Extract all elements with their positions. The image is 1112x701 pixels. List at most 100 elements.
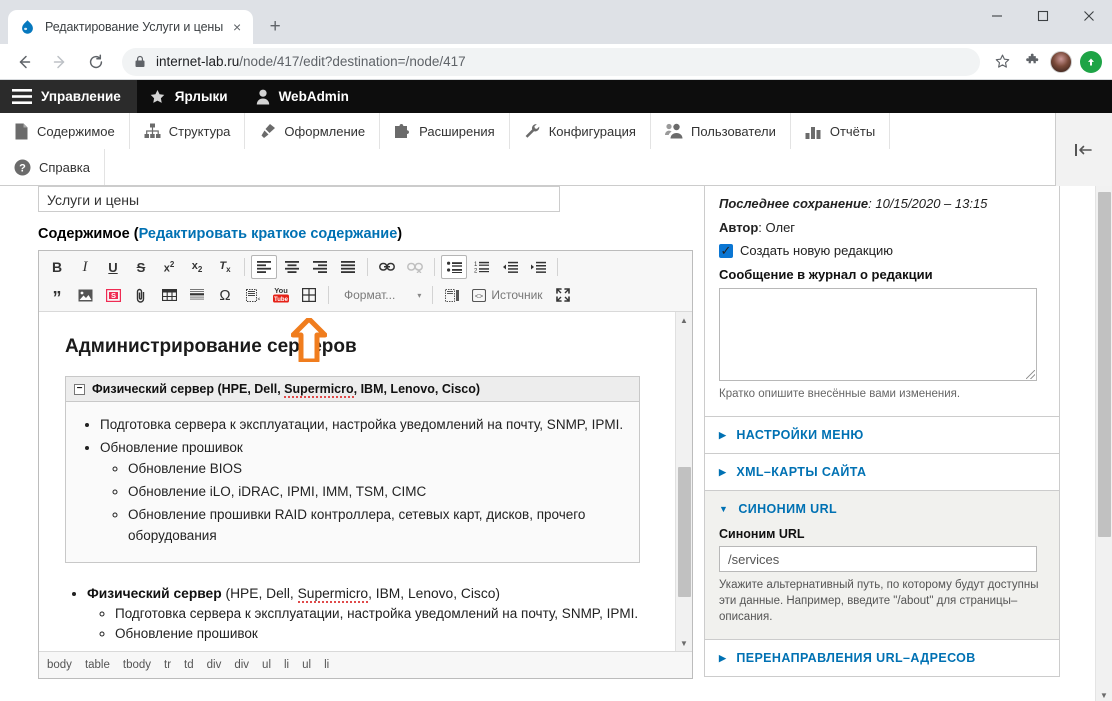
align-right-button[interactable] xyxy=(307,255,333,279)
window-close-button[interactable] xyxy=(1066,0,1112,32)
toolbar-item-user[interactable]: WebAdmin xyxy=(244,80,365,113)
element-path-item[interactable]: tr xyxy=(164,659,171,671)
paintbrush-icon xyxy=(259,123,276,139)
align-left-button[interactable] xyxy=(251,255,277,279)
sidebar-section-xml-sitemaps[interactable]: ▶ XML–КАРТЫ САЙТА xyxy=(705,453,1059,490)
unlink-button[interactable] xyxy=(402,255,428,279)
templates-button[interactable]: <> xyxy=(240,283,266,307)
blockquote-button[interactable]: ” xyxy=(44,283,70,307)
last-saved-row: Последнее сохранение: 10/15/2020 – 13:15 xyxy=(719,196,988,211)
numbered-list-button[interactable]: 12 xyxy=(469,255,495,279)
content-table[interactable]: − Физический сервер (HPE, Dell, Supermic… xyxy=(65,376,640,563)
element-path-item[interactable]: li xyxy=(284,659,289,671)
admin-menu-item-structure[interactable]: Структура xyxy=(130,113,246,149)
admin-menu-item-content[interactable]: Содержимое xyxy=(0,113,130,149)
indent-button[interactable] xyxy=(525,255,551,279)
toolbar-separator xyxy=(557,258,558,276)
element-path-item[interactable]: li xyxy=(324,659,329,671)
window-maximize-button[interactable] xyxy=(1020,0,1066,32)
maximize-button[interactable] xyxy=(550,283,576,307)
sidebar-panel: Последнее сохранение: 10/15/2020 – 13:15… xyxy=(704,186,1060,677)
toolbar-item-shortcuts[interactable]: Ярлыки xyxy=(137,80,244,113)
collapse-left-icon[interactable] xyxy=(1055,113,1112,186)
editor-document[interactable]: Администрирование серверов − Физический … xyxy=(39,312,667,644)
tab-close-icon[interactable]: × xyxy=(227,17,247,37)
reload-button[interactable] xyxy=(81,47,111,77)
italic-button[interactable]: I xyxy=(72,255,98,279)
admin-menu-label: Пользователи xyxy=(690,123,776,139)
insert-grid-button[interactable] xyxy=(296,283,322,307)
element-path-item[interactable]: ul xyxy=(302,659,311,671)
strikethrough-button[interactable]: S xyxy=(128,255,154,279)
admin-menu-item-people[interactable]: Пользователи xyxy=(651,113,791,149)
align-justify-button[interactable] xyxy=(335,255,361,279)
admin-menu-item-extend[interactable]: Расширения xyxy=(380,113,510,149)
element-path-item[interactable]: table xyxy=(85,659,110,671)
bold-button[interactable]: B xyxy=(44,255,70,279)
extensions-puzzle-icon[interactable] xyxy=(1018,48,1046,76)
content-table-header[interactable]: − Физический сервер (HPE, Dell, Supermic… xyxy=(66,377,639,402)
user-icon xyxy=(256,89,270,105)
image-button[interactable] xyxy=(72,283,98,307)
superscript-button[interactable]: x2 xyxy=(156,255,182,279)
show-blocks-button[interactable] xyxy=(439,283,465,307)
url-alias-help: Укажите альтернативный путь, по которому… xyxy=(719,579,1039,623)
collapse-minus-icon[interactable]: − xyxy=(74,383,85,395)
revision-log-textarea[interactable] xyxy=(719,288,1037,381)
admin-menu-item-appearance[interactable]: Оформление xyxy=(245,113,381,149)
window-minimize-button[interactable] xyxy=(974,0,1020,32)
title-field[interactable]: Услуги и цены xyxy=(38,186,560,212)
url-alias-input[interactable] xyxy=(719,546,1037,572)
special-character-button[interactable]: Ω xyxy=(212,283,238,307)
admin-menu-item-configuration[interactable]: Конфигурация xyxy=(510,113,651,149)
element-path-item[interactable]: td xyxy=(184,659,194,671)
forward-button[interactable] xyxy=(45,47,75,77)
underline-button[interactable]: U xyxy=(100,255,126,279)
back-button[interactable] xyxy=(9,47,39,77)
snippet-button[interactable]: S xyxy=(100,283,126,307)
content-table-header-text: Физический сервер (HPE, Dell, Supermicro… xyxy=(92,382,481,398)
youtube-button[interactable]: You Tube xyxy=(268,283,294,307)
element-path-item[interactable]: div xyxy=(234,659,249,671)
align-center-button[interactable] xyxy=(279,255,305,279)
element-path-item[interactable]: body xyxy=(47,659,72,671)
subscript-button[interactable]: x2 xyxy=(184,255,210,279)
new-revision-checkbox-row[interactable]: ✓ Создать новую редакцию xyxy=(719,243,1045,258)
new-tab-button[interactable]: + xyxy=(261,13,289,41)
bookmark-star-icon[interactable] xyxy=(988,48,1016,76)
ckeditor-content-area[interactable]: Администрирование серверов − Физический … xyxy=(39,312,692,652)
outdent-button[interactable] xyxy=(497,255,523,279)
svg-text:1: 1 xyxy=(474,262,478,268)
profile-avatar[interactable] xyxy=(1050,50,1072,73)
admin-menu-item-help[interactable]: ? Справка xyxy=(0,149,105,185)
textarea-resize-handle[interactable] xyxy=(1026,370,1035,379)
horizontal-rule-button[interactable] xyxy=(184,283,210,307)
edit-summary-link[interactable]: Редактировать краткое содержание xyxy=(139,226,398,242)
form-sidebar: Последнее сохранение: 10/15/2020 – 13:15… xyxy=(690,186,1085,701)
element-path-item[interactable]: ul xyxy=(262,659,271,671)
insert-table-button[interactable] xyxy=(156,283,182,307)
toolbar-item-label: Ярлыки xyxy=(174,89,228,104)
sidebar-section-url-redirects[interactable]: ▶ ПЕРЕНАПРАВЛЕНИЯ URL–АДРЕСОВ xyxy=(705,639,1059,676)
sidebar-section-url-alias-header[interactable]: ▼ СИНОНИМ URL xyxy=(705,491,1059,527)
link-button[interactable] xyxy=(374,255,400,279)
format-dropdown[interactable]: Формат... ▾ xyxy=(336,284,425,306)
page-scroll-down-icon[interactable]: ▼ xyxy=(1096,691,1112,700)
page-scrollbar[interactable]: ▼ xyxy=(1095,186,1112,701)
source-button[interactable]: <> Источник xyxy=(467,283,547,307)
address-bar[interactable]: internet-lab.ru/node/417/edit?destinatio… xyxy=(122,47,980,76)
toolbar-separator xyxy=(432,286,434,304)
bulleted-list-button[interactable] xyxy=(441,255,467,279)
page-scrollbar-thumb[interactable] xyxy=(1098,192,1111,537)
element-path-item[interactable]: div xyxy=(207,659,222,671)
revision-section: Последнее сохранение: 10/15/2020 – 13:15… xyxy=(705,186,1059,416)
remove-format-button[interactable]: Tx xyxy=(212,255,238,279)
sidebar-section-menu-settings[interactable]: ▶ НАСТРОЙКИ МЕНЮ xyxy=(705,416,1059,453)
toolbar-item-manage[interactable]: Управление xyxy=(0,80,137,113)
update-arrow-icon[interactable] xyxy=(1080,50,1102,73)
new-revision-checkbox[interactable]: ✓ xyxy=(719,243,733,258)
browser-tab[interactable]: Редактирование Услуги и цены × xyxy=(8,10,254,44)
admin-menu-item-reports[interactable]: Отчёты xyxy=(791,113,891,149)
attach-file-button[interactable] xyxy=(128,283,154,307)
element-path-item[interactable]: tbody xyxy=(123,659,151,671)
